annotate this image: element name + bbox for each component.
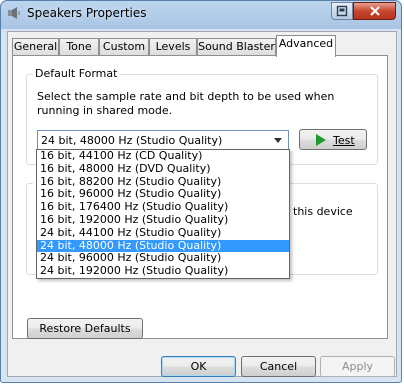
speakers-properties-window: Speakers Properties General Tone Custom … [0, 0, 402, 383]
tab-levels[interactable]: Levels [149, 38, 197, 56]
exclusive-control-text: this device [293, 205, 353, 218]
tab-custom[interactable]: Custom [99, 38, 149, 56]
sample-rate-dropdown-list[interactable]: 16 bit, 44100 Hz (CD Quality) 16 bit, 48… [36, 149, 290, 279]
tab-sound-blaster[interactable]: Sound Blaster [197, 38, 276, 56]
apply-button[interactable]: Apply [320, 356, 395, 377]
speaker-icon [8, 7, 20, 19]
sample-rate-selected-value: 24 bit, 48000 Hz (Studio Quality) [41, 134, 223, 147]
close-button[interactable] [353, 2, 396, 20]
ok-button[interactable]: OK [161, 356, 236, 377]
test-button-label: Test [333, 134, 355, 147]
format-option[interactable]: 16 bit, 48000 Hz (DVD Quality) [37, 162, 289, 176]
default-format-label: Default Format [33, 67, 120, 80]
sample-rate-dropdown[interactable]: 24 bit, 48000 Hz (Studio Quality) [37, 130, 289, 150]
chevron-down-icon[interactable] [274, 138, 282, 143]
format-option[interactable]: 16 bit, 192000 Hz (Studio Quality) [37, 213, 289, 227]
close-icon [369, 6, 380, 16]
format-option[interactable]: 24 bit, 192000 Hz (Studio Quality) [37, 264, 289, 278]
format-option[interactable]: 24 bit, 44100 Hz (Studio Quality) [37, 226, 289, 240]
format-option[interactable]: 16 bit, 44100 Hz (CD Quality) [37, 149, 289, 163]
default-format-description: Select the sample rate and bit depth to … [37, 90, 335, 117]
tab-tone[interactable]: Tone [59, 38, 99, 56]
tab-general[interactable]: General [12, 38, 59, 56]
help-button[interactable] [331, 2, 353, 20]
test-button[interactable]: Test [299, 129, 367, 150]
title-bar[interactable]: Speakers Properties [1, 1, 401, 27]
help-icon [336, 5, 348, 17]
restore-defaults-button[interactable]: Restore Defaults [27, 318, 143, 339]
play-icon [316, 134, 326, 146]
cancel-button[interactable]: Cancel [241, 356, 316, 377]
window-title: Speakers Properties [27, 6, 147, 20]
tab-advanced[interactable]: Advanced [276, 35, 336, 57]
